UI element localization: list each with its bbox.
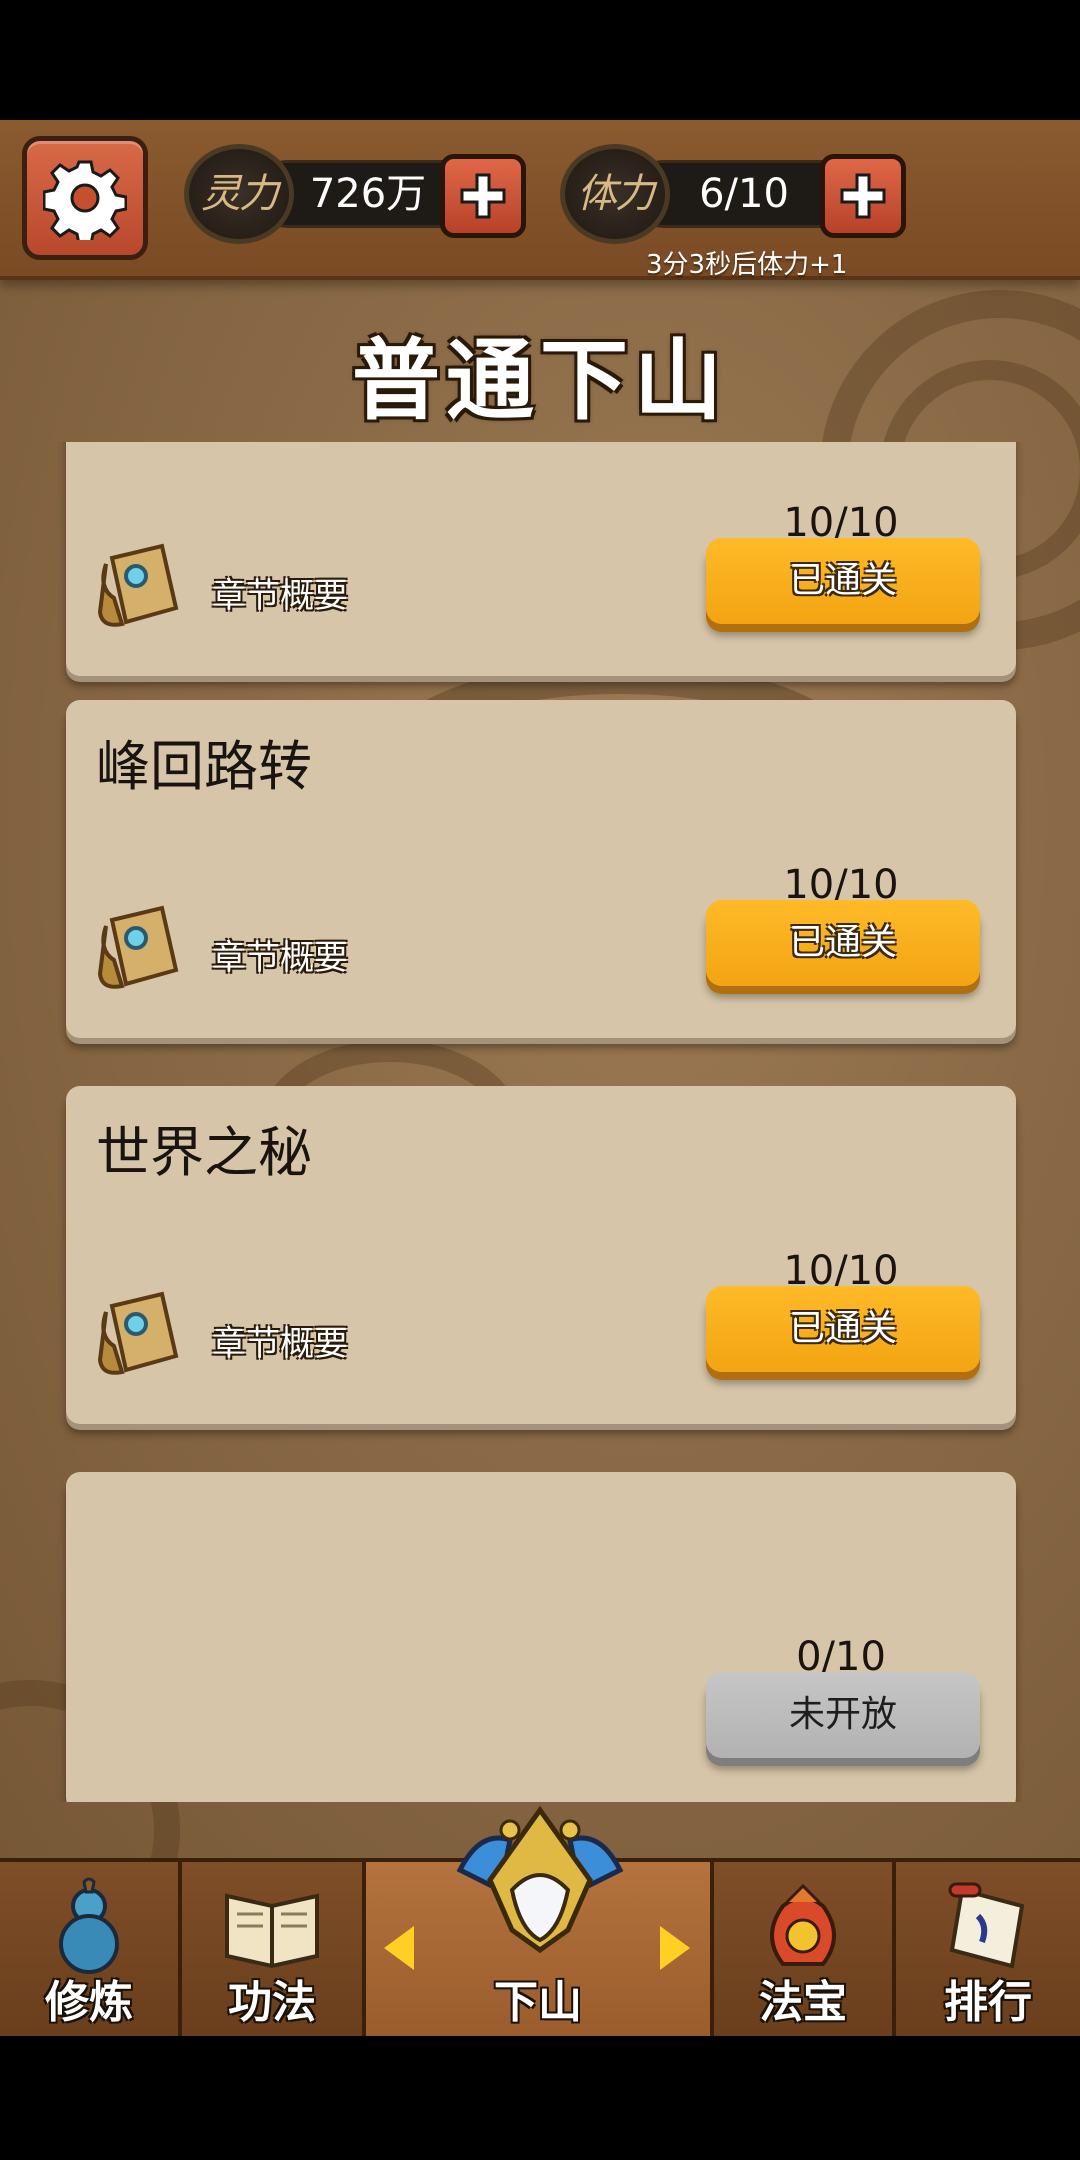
nav-label: 功法 — [228, 1977, 316, 2028]
stamina-value: 6/10 — [699, 171, 789, 217]
chapter-list[interactable]: 章节概要 10/10 已通关 峰回路转 章节概要 10/10 已通关 世界之秘 … — [0, 442, 1080, 1802]
mountain-emblem-icon[interactable] — [440, 1800, 640, 1960]
plus-icon — [460, 173, 506, 219]
chapter-summary-label[interactable]: 章节概要 — [212, 930, 348, 979]
nav-item-cultivate[interactable]: 修炼 — [0, 1862, 182, 2040]
stamina-timer: 3分3秒后体力+1 — [646, 250, 848, 280]
spirit-value: 726万 — [309, 171, 427, 217]
nav-item-ranking[interactable]: 排行 — [896, 1862, 1080, 2040]
chapter-summary-label[interactable]: 章节概要 — [212, 1316, 348, 1365]
top-black-bar — [0, 0, 1080, 120]
chapter-title: 世界之秘 — [96, 1121, 312, 1184]
stamina-emblem-icon: 体力 — [560, 144, 670, 244]
spirit-emblem-icon: 灵力 — [184, 144, 294, 244]
scroll-icon — [97, 543, 179, 627]
chapter-card[interactable]: 章节概要 10/10 已通关 — [66, 442, 1016, 676]
spirit-resource: 灵力 726万 — [184, 144, 526, 244]
scroll-icon — [948, 1882, 1025, 1969]
chapter-card[interactable]: 世界之秘 章节概要 10/10 已通关 — [66, 1086, 1016, 1424]
plus-icon — [840, 173, 886, 219]
nav-label: 法宝 — [759, 1977, 847, 2028]
scroll-icon — [97, 905, 179, 989]
add-spirit-button[interactable] — [440, 154, 526, 238]
bottom-black-bar — [0, 2036, 1080, 2160]
book-icon — [225, 1893, 319, 1969]
nav-next-arrow-icon[interactable] — [660, 1926, 690, 1970]
chapter-status-button[interactable]: 已通关 — [706, 1286, 980, 1372]
top-header: 灵力 726万 体力 6/10 3分3秒后体力+1 — [0, 120, 1080, 280]
chapter-status-button[interactable]: 已通关 — [706, 538, 980, 624]
chapter-card[interactable]: 峰回路转 章节概要 10/10 已通关 — [66, 700, 1016, 1038]
gear-icon — [43, 160, 127, 240]
settings-button[interactable] — [22, 136, 148, 260]
add-stamina-button[interactable] — [820, 154, 906, 238]
treasure-bag-icon — [770, 1883, 836, 1966]
gourd-icon — [59, 1877, 119, 1974]
nav-item-skills[interactable]: 功法 — [182, 1862, 366, 2040]
chapter-status-button[interactable]: 未开放 — [706, 1672, 980, 1758]
chapter-card[interactable]: 0/10 未开放 — [66, 1472, 1016, 1802]
stamina-resource: 体力 6/10 — [560, 144, 906, 244]
nav-prev-arrow-icon[interactable] — [384, 1926, 414, 1970]
page-title: 普通下山 — [351, 329, 728, 432]
chapter-title: 峰回路转 — [96, 735, 312, 798]
chapter-summary-label[interactable]: 章节概要 — [212, 568, 348, 617]
nav-label: 排行 — [944, 1977, 1032, 2028]
chapter-status-button[interactable]: 已通关 — [706, 900, 980, 986]
nav-label: 修炼 — [45, 1977, 133, 2028]
nav-item-treasure[interactable]: 法宝 — [714, 1862, 896, 2040]
nav-label: 下山 — [494, 1977, 582, 2028]
scroll-icon — [97, 1291, 179, 1375]
